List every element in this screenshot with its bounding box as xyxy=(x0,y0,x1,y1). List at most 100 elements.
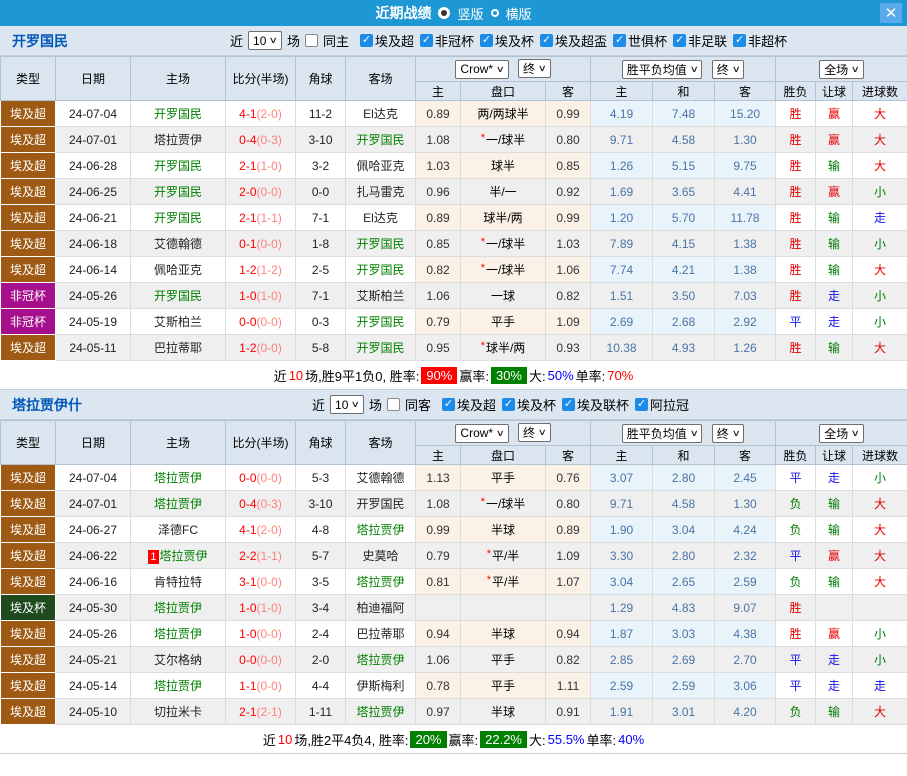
match-date: 24-06-16 xyxy=(56,569,131,595)
home-team: 塔拉贾伊 xyxy=(131,465,226,491)
match-date: 24-06-14 xyxy=(56,257,131,283)
avg-away-odds: 9.75 xyxy=(715,153,776,179)
result-letball: 输 xyxy=(816,335,853,361)
league-checkbox[interactable]: ✓ xyxy=(480,34,493,47)
league-checkbox[interactable]: ✓ xyxy=(733,34,746,47)
result-winloss: 胜 xyxy=(776,595,816,621)
corner-score: 4-4 xyxy=(296,673,346,699)
match-date: 24-05-30 xyxy=(56,595,131,621)
result-winloss: 胜 xyxy=(776,205,816,231)
league-checkbox[interactable]: ✓ xyxy=(420,34,433,47)
score: 1-0(1-0) xyxy=(226,283,296,309)
odds-stage-select[interactable]: 终∨ xyxy=(518,59,551,78)
col-handicap-away: 客 xyxy=(546,82,591,101)
league-checkbox[interactable]: ✓ xyxy=(562,398,575,411)
avg-away-odds: 1.38 xyxy=(715,231,776,257)
league-checkbox[interactable]: ✓ xyxy=(360,34,373,47)
result-letball: 输 xyxy=(816,231,853,257)
home-team: 开罗国民 xyxy=(131,179,226,205)
avg-home-odds: 2.69 xyxy=(591,309,653,335)
league-label: 埃及超 xyxy=(457,395,496,414)
result-goals: 走 xyxy=(853,205,907,231)
league-checkbox[interactable]: ✓ xyxy=(635,398,648,411)
avg-away-odds: 4.24 xyxy=(715,517,776,543)
league-checkbox[interactable]: ✓ xyxy=(442,398,455,411)
handicap-odds-away: 0.85 xyxy=(546,153,591,179)
match-count-select[interactable]: 10 ∨ xyxy=(330,395,364,414)
corner-score: 2-0 xyxy=(296,647,346,673)
result-winloss: 胜 xyxy=(776,179,816,205)
league-checkbox[interactable]: ✓ xyxy=(502,398,515,411)
score: 0-0(0-0) xyxy=(226,647,296,673)
result-winloss: 胜 xyxy=(776,283,816,309)
result-goals: 小 xyxy=(853,621,907,647)
close-icon[interactable]: ✕ xyxy=(880,3,902,23)
league-checkbox[interactable]: ✓ xyxy=(540,34,553,47)
handicap-odds-home: 1.08 xyxy=(416,127,461,153)
avg-stage-select[interactable]: 终∨ xyxy=(712,60,745,79)
handicap-odds-away: 0.89 xyxy=(546,517,591,543)
team-section-1: 开罗国民 近 10 ∨ 场 同主 ✓埃及超✓非冠杯✓埃及杯✓埃及超盃✓世俱杯✓非… xyxy=(0,26,907,390)
corner-score: 1-8 xyxy=(296,231,346,257)
match-date: 24-05-11 xyxy=(56,335,131,361)
changed-line-star: * xyxy=(481,236,485,248)
vertical-layout-label[interactable]: 竖版 xyxy=(457,4,483,23)
col-avg-home: 主 xyxy=(591,82,653,101)
col-letball: 让球 xyxy=(816,82,853,101)
avg-draw-odds: 4.21 xyxy=(653,257,715,283)
handicap-line: 平手 xyxy=(461,647,546,673)
vertical-layout-radio[interactable] xyxy=(438,7,450,19)
bookmaker-select[interactable]: Crow*∨ xyxy=(455,60,508,79)
score: 2-1(1-0) xyxy=(226,153,296,179)
avg-odds-select[interactable]: 胜平负均值∨ xyxy=(622,424,703,443)
result-winloss: 胜 xyxy=(776,127,816,153)
avg-away-odds: 15.20 xyxy=(715,101,776,127)
match-date: 24-06-21 xyxy=(56,205,131,231)
big-rate: 50% xyxy=(548,368,574,383)
competition-type: 埃及超 xyxy=(1,257,56,283)
avg-draw-odds: 3.50 xyxy=(653,283,715,309)
avg-draw-odds: 2.65 xyxy=(653,569,715,595)
handicap-odds-home: 0.79 xyxy=(416,543,461,569)
scope-select[interactable]: 全场∨ xyxy=(819,424,864,443)
avg-draw-odds: 4.15 xyxy=(653,231,715,257)
avg-draw-odds: 4.83 xyxy=(653,595,715,621)
result-winloss: 胜 xyxy=(776,257,816,283)
avg-away-odds: 9.07 xyxy=(715,595,776,621)
summary-2: 近10场,胜2平4负4, 胜率: 20% 赢率: 22.2% 大: 55.5% … xyxy=(0,725,907,754)
league-label: 埃及杯 xyxy=(495,31,534,50)
handicap-line: 两/两球半 xyxy=(461,101,546,127)
avg-draw-odds: 5.70 xyxy=(653,205,715,231)
avg-away-odds: 11.78 xyxy=(715,205,776,231)
odds-stage-select[interactable]: 终∨ xyxy=(518,423,551,442)
avg-away-odds: 1.38 xyxy=(715,257,776,283)
matches-table-1: 类型 日期 主场 比分(半场) 角球 客场 Crow*∨ 终∨ 胜平负均值∨ 终… xyxy=(0,56,907,361)
avg-odds-select[interactable]: 胜平负均值∨ xyxy=(622,60,703,79)
handicap-odds-away: 0.82 xyxy=(546,647,591,673)
horizontal-layout-label[interactable]: 横版 xyxy=(506,4,532,23)
away-team: 史莫哈 xyxy=(346,543,416,569)
same-away-checkbox[interactable] xyxy=(387,398,400,411)
corner-score: 0-3 xyxy=(296,309,346,335)
avg-stage-select[interactable]: 终∨ xyxy=(712,424,745,443)
scope-select[interactable]: 全场∨ xyxy=(819,60,864,79)
competition-type: 埃及超 xyxy=(1,127,56,153)
league-checkbox[interactable]: ✓ xyxy=(613,34,626,47)
handicap-line: 半球 xyxy=(461,517,546,543)
handicap-odds-away: 1.07 xyxy=(546,569,591,595)
horizontal-layout-radio[interactable] xyxy=(491,9,499,17)
away-team: 艾斯柏兰 xyxy=(346,283,416,309)
bookmaker-select[interactable]: Crow*∨ xyxy=(455,424,508,443)
league-checkbox[interactable]: ✓ xyxy=(673,34,686,47)
away-team: 塔拉贾伊 xyxy=(346,569,416,595)
match-date: 24-05-26 xyxy=(56,621,131,647)
col-goals: 进球数 xyxy=(853,446,907,465)
match-count-select[interactable]: 10 ∨ xyxy=(248,31,282,50)
match-date: 24-06-28 xyxy=(56,153,131,179)
result-goals: 小 xyxy=(853,231,907,257)
single-rate: 40% xyxy=(618,732,644,747)
same-home-checkbox[interactable] xyxy=(305,34,318,47)
changed-line-star: * xyxy=(481,132,485,144)
handicap-line: *平/半 xyxy=(461,569,546,595)
chevron-down-icon: ∨ xyxy=(731,428,740,439)
